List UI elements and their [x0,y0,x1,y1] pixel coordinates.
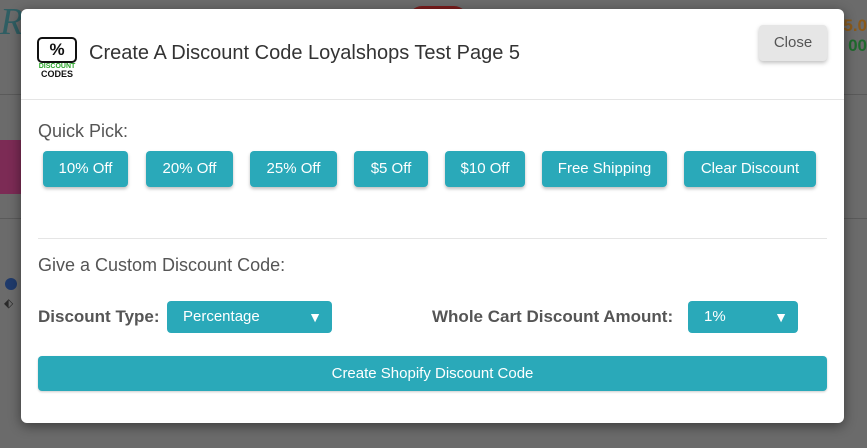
tag-icon: ⬖ [4,296,14,310]
custom-code-label: Give a Custom Discount Code: [38,255,286,275]
close-button[interactable]: Close [759,25,827,61]
discount-amount-select[interactable]: 1% ▼ [688,301,798,333]
percent-icon: % [37,37,77,63]
create-shopify-discount-button[interactable]: Create Shopify Discount Code [38,356,827,391]
discount-type-select[interactable]: Percentage ▼ [167,301,332,333]
quick-pick-20-percent-button[interactable]: 20% Off [146,151,233,187]
quick-pick-free-shipping-button[interactable]: Free Shipping [542,151,667,187]
chevron-down-icon: ▼ [774,309,788,325]
whole-cart-amount-label: Whole Cart Discount Amount: [432,307,674,326]
background-price-bottom: 00 [848,36,867,55]
background-thumbnail [0,140,21,194]
section-divider [38,238,827,239]
modal-header: % DISCOUNT CODES Create A Discount Code … [21,9,844,100]
quick-pick-10-dollar-button[interactable]: $10 Off [445,151,525,187]
discount-modal: % DISCOUNT CODES Create A Discount Code … [21,9,844,423]
discount-amount-value: 1% [704,308,726,325]
quick-pick-10-percent-button[interactable]: 10% Off [43,151,128,187]
background-dot [5,278,17,290]
chevron-down-icon: ▼ [308,309,322,325]
quick-pick-25-percent-button[interactable]: 25% Off [250,151,337,187]
quick-pick-clear-discount-button[interactable]: Clear Discount [684,151,816,187]
quick-pick-label: Quick Pick: [38,121,129,141]
quick-pick-5-dollar-button[interactable]: $5 Off [354,151,428,187]
discount-codes-logo: % DISCOUNT CODES [37,37,77,79]
discount-type-value: Percentage [183,308,260,325]
discount-type-label: Discount Type: [38,307,160,326]
modal-title: Create A Discount Code Loyalshops Test P… [89,42,521,64]
background-price-top: 5.0 [843,16,867,35]
logo-text-codes: CODES [40,69,73,79]
